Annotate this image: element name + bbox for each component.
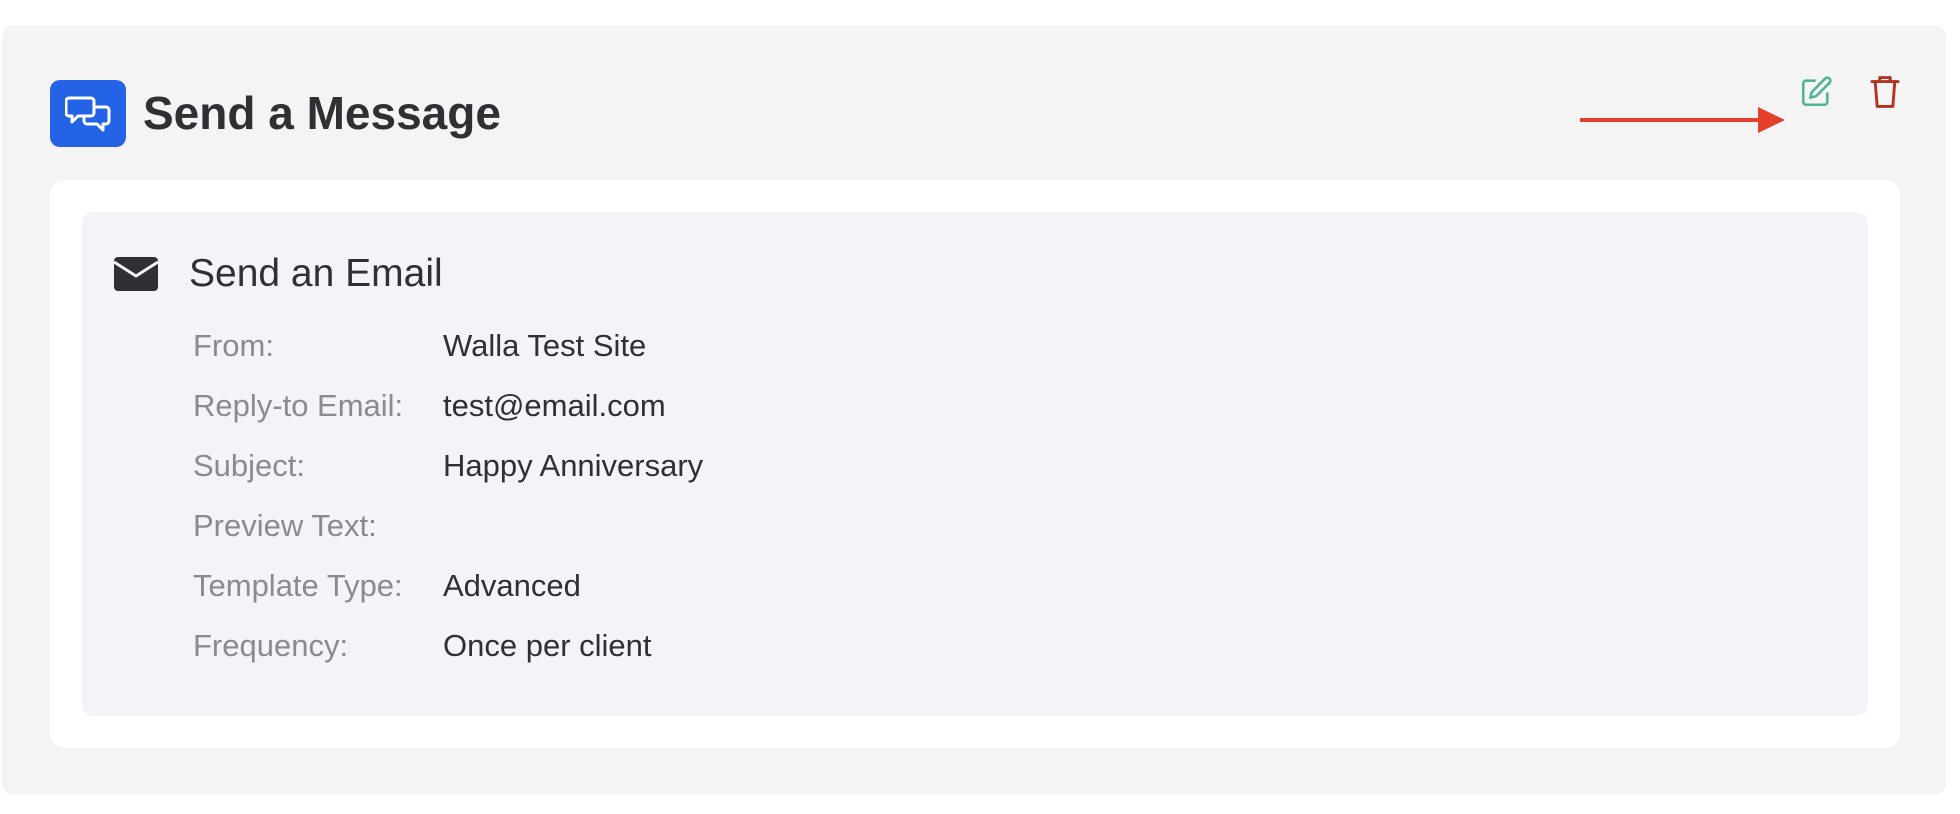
detail-label: Template Type: <box>193 568 403 603</box>
chat-bubbles-icon <box>50 80 126 147</box>
detail-value: Once per client <box>443 628 652 663</box>
detail-label: From: <box>193 328 274 363</box>
detail-value: test@email.com <box>443 388 666 423</box>
envelope-icon <box>114 257 158 291</box>
detail-label: Subject: <box>193 448 306 483</box>
detail-label: Preview Text: <box>193 508 377 543</box>
edit-button[interactable] <box>1791 69 1841 119</box>
trash-icon <box>1870 75 1900 114</box>
message-content-panel: Send an Email From: Walla Test Site Repl… <box>50 180 1900 748</box>
email-action-block[interactable]: Send an Email From: Walla Test Site Repl… <box>82 212 1868 716</box>
send-message-card: Send a Message Send an Email From: Walla… <box>2 25 1946 795</box>
edit-icon <box>1799 75 1833 114</box>
annotation-arrow <box>1580 107 1785 133</box>
detail-value: Happy Anniversary <box>443 448 704 483</box>
detail-label: Frequency: <box>193 628 349 663</box>
delete-button[interactable] <box>1860 69 1910 119</box>
page-title: Send a Message <box>143 87 501 139</box>
detail-value: Walla Test Site <box>443 328 647 363</box>
detail-label: Reply-to Email: <box>193 388 404 423</box>
detail-value: Advanced <box>443 568 581 603</box>
email-title: Send an Email <box>189 252 443 295</box>
